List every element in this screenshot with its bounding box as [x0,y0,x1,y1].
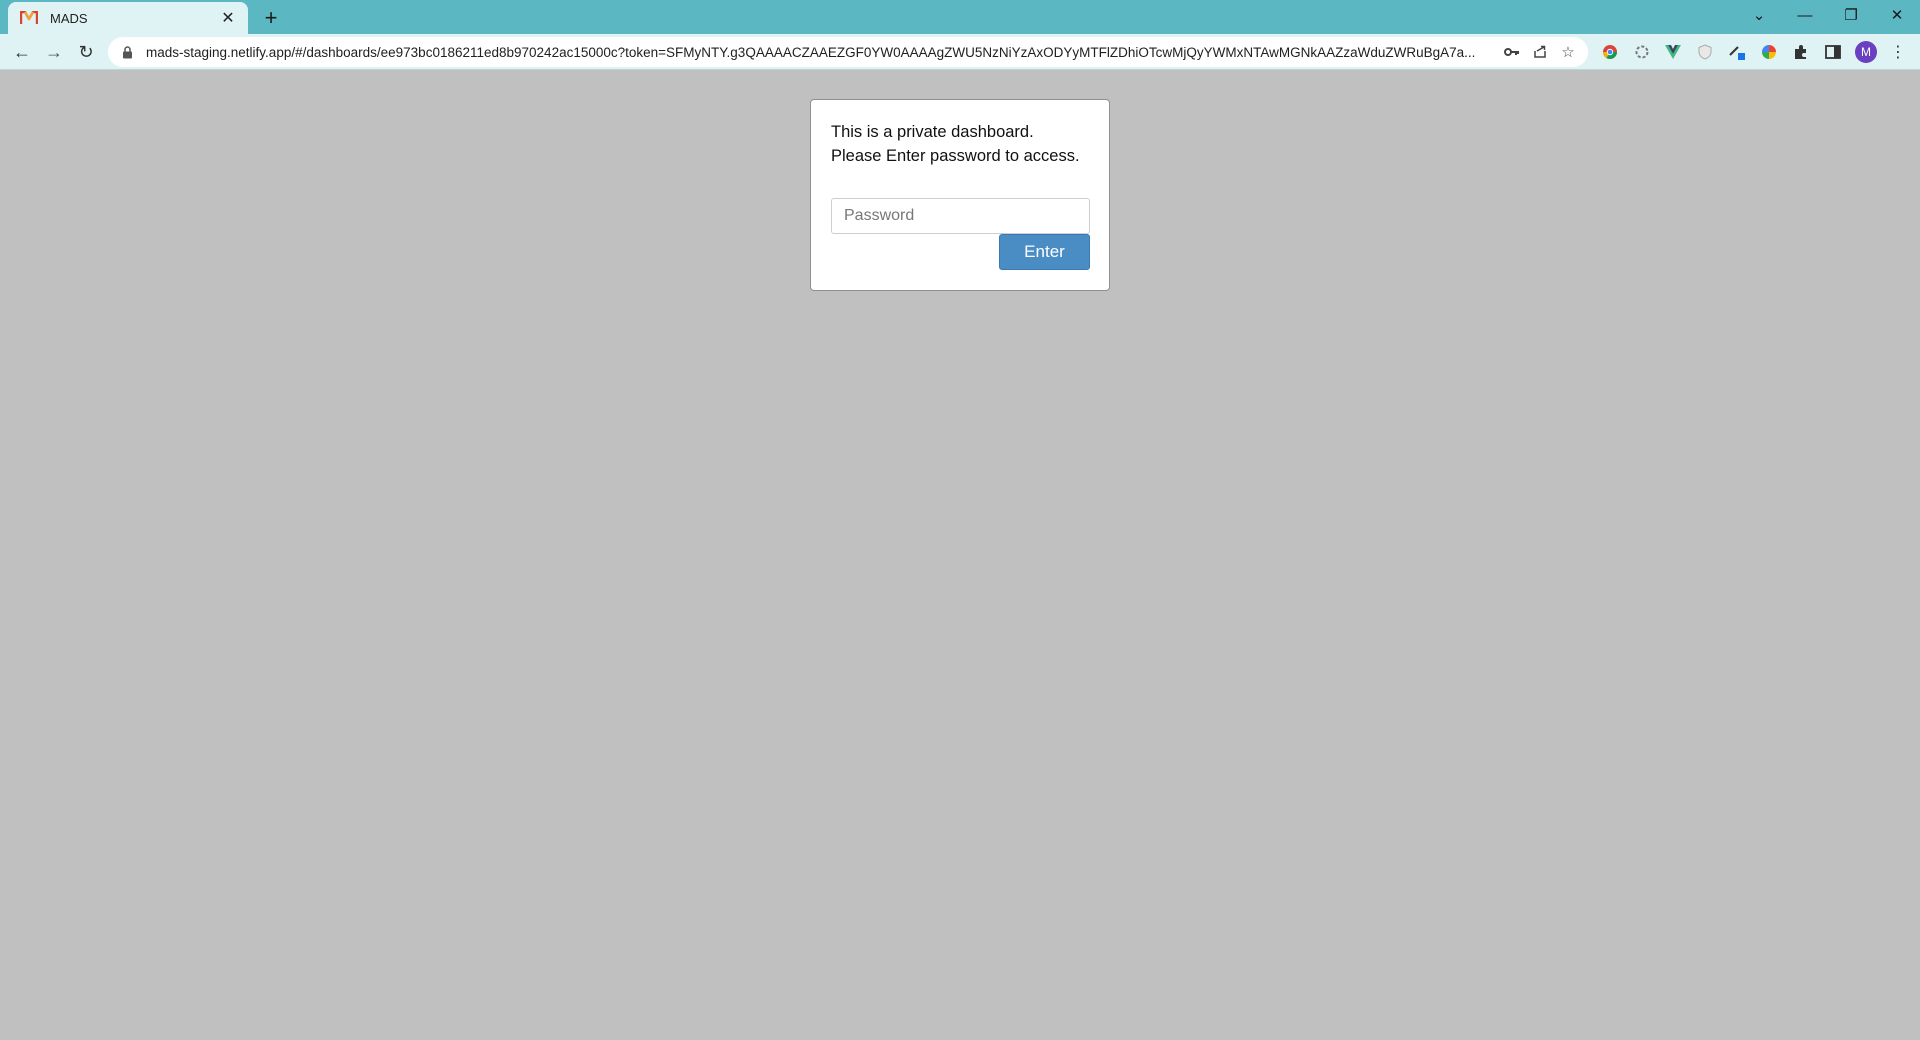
tab-title: MADS [50,10,88,26]
bookmark-star-icon[interactable]: ☆ [1554,38,1582,66]
browser-menu-icon[interactable]: ⋮ [1888,40,1908,64]
reload-button[interactable]: ↻ [72,39,100,65]
tab-search-button[interactable]: ⌄ [1736,0,1782,30]
lock-icon [122,45,136,59]
dialog-message-line2: Please Enter password to access. [831,147,1080,165]
password-input[interactable] [831,198,1090,234]
new-tab-button[interactable]: + [258,5,284,31]
pen-icon[interactable] [1725,40,1749,64]
sync-icon[interactable] [1630,40,1654,64]
tab-close-icon[interactable]: ✕ [218,8,238,28]
address-bar[interactable]: mads-staging.netlify.app/#/dashboards/ee… [108,37,1588,67]
share-icon[interactable] [1526,38,1554,66]
profile-avatar[interactable]: M [1855,41,1877,63]
tab-strip: MADS ✕ + ⌄ — ❐ ✕ [0,0,1920,34]
password-dialog: This is a private dashboard. Please Ente… [810,99,1110,291]
browser-toolbar: ← → ↻ mads-staging.netlify.app/#/dashboa… [0,34,1920,70]
color-wheel-icon[interactable] [1757,40,1781,64]
forward-button[interactable]: → [40,39,68,65]
back-button[interactable]: ← [8,39,36,65]
vue-icon[interactable] [1661,40,1685,64]
key-icon[interactable] [1498,38,1526,66]
sidepanel-icon[interactable] [1821,40,1845,64]
window-close-button[interactable]: ✕ [1874,0,1920,30]
dialog-message-line1: This is a private dashboard. [831,123,1034,141]
tab-mads[interactable]: MADS ✕ [8,2,248,34]
dialog-message: This is a private dashboard. Please Ente… [831,120,1080,168]
url-text: mads-staging.netlify.app/#/dashboards/ee… [146,44,1476,60]
mads-logo-icon [20,10,40,26]
enter-button[interactable]: Enter [999,234,1090,270]
restore-button[interactable]: ❐ [1828,0,1874,30]
shield-icon[interactable] [1693,40,1717,64]
minimize-button[interactable]: — [1782,0,1828,30]
chrome-icon[interactable] [1598,40,1622,64]
puzzle-icon[interactable] [1789,40,1813,64]
